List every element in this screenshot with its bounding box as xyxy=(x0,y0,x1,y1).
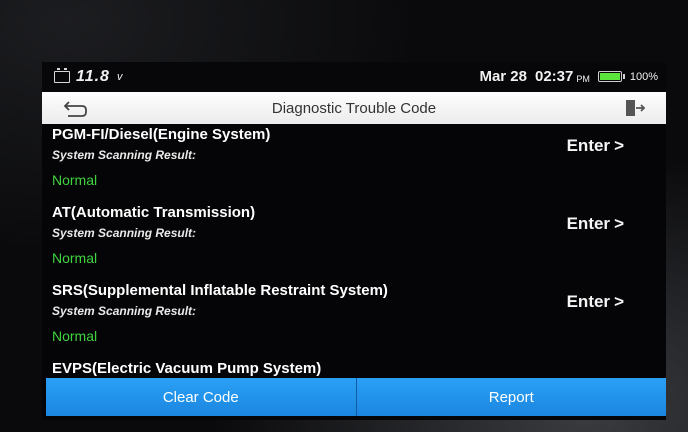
car-battery-icon xyxy=(54,68,70,83)
status-right: Mar 28 02:37 PM 100% xyxy=(479,68,658,85)
system-name: AT(Automatic Transmission) xyxy=(52,204,256,221)
system-result: Normal xyxy=(52,328,98,344)
exit-button[interactable] xyxy=(622,96,648,120)
system-subtitle: System Scanning Result: xyxy=(52,148,197,162)
chevron-right-icon: > xyxy=(614,292,624,311)
enter-button[interactable]: Enter > xyxy=(567,214,624,234)
exit-door-icon xyxy=(626,100,646,116)
enter-label: Enter xyxy=(566,292,611,311)
status-date: Mar 28 xyxy=(479,68,527,85)
device-screen: 11.8 v Mar 28 02:37 PM 100% Diagnostic T… xyxy=(42,62,666,420)
status-time: 02:37 xyxy=(534,68,574,85)
system-subtitle: System Scanning Result: xyxy=(52,226,197,240)
list-item: SRS(Supplemental Inflatable Restraint Sy… xyxy=(52,282,656,360)
system-name: EVPS(Electric Vacuum Pump System) xyxy=(52,360,322,377)
system-name: SRS(Supplemental Inflatable Restraint Sy… xyxy=(52,282,388,299)
page-title: Diagnostic Trouble Code xyxy=(271,100,437,117)
enter-label: Enter xyxy=(566,136,611,155)
enter-button[interactable]: Enter > xyxy=(567,136,624,156)
clear-code-button[interactable]: Clear Code xyxy=(46,378,356,416)
battery-percent: 100% xyxy=(629,70,658,83)
battery-icon xyxy=(597,71,625,82)
system-result: Normal xyxy=(52,172,98,188)
voltage-indicator: 11.8 v xyxy=(54,68,122,86)
voltage-unit: v xyxy=(116,71,123,83)
chevron-right-icon: > xyxy=(614,214,624,233)
enter-button[interactable]: Enter > xyxy=(567,292,624,312)
system-list: PGM-FI/Diesel(Engine System) System Scan… xyxy=(42,124,666,378)
list-item[interactable]: EVPS(Electric Vacuum Pump System) xyxy=(52,360,656,378)
voltage-value: 11.8 xyxy=(76,68,110,85)
list-item: PGM-FI/Diesel(Engine System) System Scan… xyxy=(52,126,656,204)
battery-fill xyxy=(599,73,620,80)
title-bar: Diagnostic Trouble Code xyxy=(42,92,666,124)
status-bar: 11.8 v Mar 28 02:37 PM 100% xyxy=(42,62,666,92)
chevron-right-icon: > xyxy=(614,136,624,155)
system-name: PGM-FI/Diesel(Engine System) xyxy=(52,126,271,143)
bottom-action-bar: Clear Code Report xyxy=(46,378,666,416)
enter-label: Enter xyxy=(566,214,611,233)
status-ampm: PM xyxy=(576,73,590,84)
system-subtitle: System Scanning Result: xyxy=(52,304,197,318)
system-result: Normal xyxy=(52,250,98,266)
list-item: AT(Automatic Transmission) System Scanni… xyxy=(52,204,656,282)
report-button[interactable]: Report xyxy=(355,378,666,416)
